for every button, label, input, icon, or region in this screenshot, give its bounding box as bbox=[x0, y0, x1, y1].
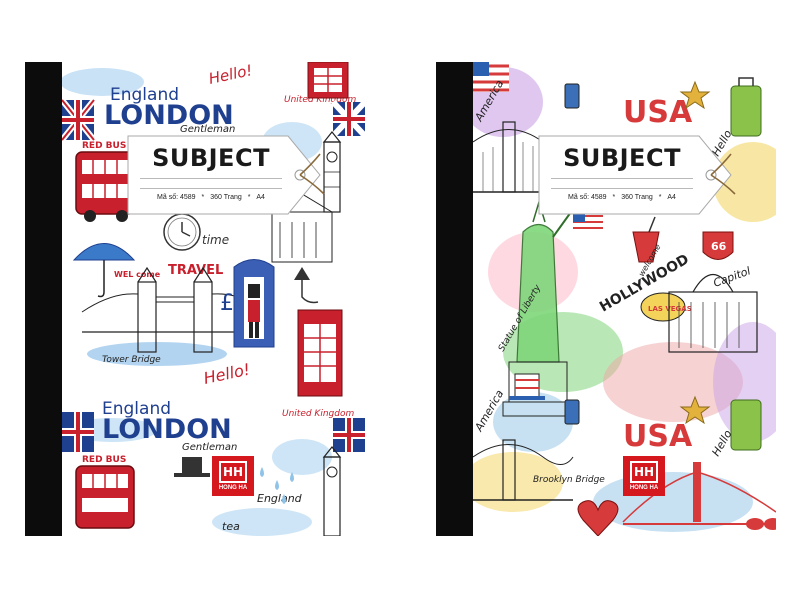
phone-booth-icon bbox=[297, 309, 343, 397]
notebook-usa: America USA Hello Statue of Liberty HOLL… bbox=[436, 62, 776, 536]
brand-logo: HH HONG HA bbox=[623, 456, 665, 496]
pound-icon: £ bbox=[220, 291, 234, 316]
luggage-icon bbox=[730, 77, 762, 137]
label-line bbox=[551, 178, 693, 179]
doodle-red-bus: RED BUS bbox=[82, 141, 126, 151]
label-separator: * bbox=[612, 194, 616, 201]
label-info: Mã số: 4589 * 360 Trang * A4 bbox=[124, 194, 298, 201]
label-code: Mã số: 4589 bbox=[157, 194, 196, 201]
brand-mark: HH bbox=[630, 461, 658, 483]
doodle-las-vegas: LAS VEGAS bbox=[648, 305, 692, 313]
doodle-gentleman: Gentleman bbox=[182, 442, 237, 453]
doodle-usa: USA bbox=[623, 419, 693, 454]
label-line bbox=[140, 178, 282, 179]
doodle-capitol: Capitol bbox=[712, 264, 753, 289]
notebook-spine bbox=[25, 62, 62, 536]
smartphone-icon bbox=[564, 399, 580, 425]
brand-mark: HH bbox=[219, 461, 247, 483]
subject-label: SUBJECT Mã số: 4589 * 360 Trang * A4 bbox=[535, 134, 741, 216]
union-jack-icon bbox=[333, 418, 365, 452]
label-size: A4 bbox=[667, 194, 676, 201]
doodle-london: LONDON bbox=[102, 414, 232, 445]
red-bus-icon bbox=[75, 465, 135, 529]
doodle-brooklyn-bridge: Brooklyn Bridge bbox=[533, 475, 605, 485]
smartphone-icon bbox=[564, 83, 580, 109]
subject-label: SUBJECT Mã số: 4589 * 360 Trang * A4 bbox=[124, 134, 330, 216]
doodle-england: England bbox=[257, 492, 303, 505]
notebook-london: England LONDON Hello! Gentleman United K… bbox=[25, 62, 365, 536]
label-separator: * bbox=[247, 194, 251, 201]
subject-title: SUBJECT bbox=[563, 144, 681, 172]
label-code: Mã số: 4589 bbox=[568, 194, 607, 201]
union-jack-icon bbox=[330, 99, 365, 139]
label-separator: * bbox=[658, 194, 662, 201]
brand-name: HONG HA bbox=[218, 485, 248, 491]
phone-booth-icon bbox=[307, 62, 349, 99]
label-line bbox=[551, 188, 693, 189]
label-pages: 360 Trang bbox=[210, 194, 242, 201]
subject-title: SUBJECT bbox=[152, 144, 270, 172]
doodle-red-bus: RED BUS bbox=[82, 455, 126, 465]
sunglasses-icon bbox=[746, 518, 776, 530]
royal-guard-icon bbox=[233, 259, 275, 348]
doodle-usa: USA bbox=[623, 95, 693, 130]
brand-name: HONG HA bbox=[629, 485, 659, 491]
pocket-watch-icon bbox=[163, 213, 201, 251]
doodle-route: 66 bbox=[711, 240, 727, 253]
label-pages: 360 Trang bbox=[621, 194, 653, 201]
doodle-travel: TRAVEL bbox=[168, 263, 223, 278]
luggage-icon bbox=[730, 399, 762, 451]
doodle-time: time bbox=[202, 233, 229, 247]
label-separator: * bbox=[201, 194, 205, 201]
notebook-spine bbox=[436, 62, 473, 536]
doodle-united-kingdom: United Kingdom bbox=[282, 409, 354, 419]
doodle-hello: Hello! bbox=[207, 62, 254, 88]
cover-london: England LONDON Hello! Gentleman United K… bbox=[62, 62, 365, 536]
union-jack-icon bbox=[62, 412, 94, 452]
cover-usa: America USA Hello Statue of Liberty HOLL… bbox=[473, 62, 776, 536]
doodle-tea: tea bbox=[222, 520, 240, 533]
product-stage: England LONDON Hello! Gentleman United K… bbox=[0, 0, 800, 600]
doodle-hello: Hello! bbox=[202, 360, 252, 388]
label-size: A4 bbox=[256, 194, 265, 201]
union-jack-icon bbox=[62, 98, 97, 142]
top-hat-icon bbox=[174, 457, 210, 477]
label-line bbox=[140, 188, 282, 189]
label-info: Mã số: 4589 * 360 Trang * A4 bbox=[535, 194, 709, 201]
brand-logo: HH HONG HA bbox=[212, 456, 254, 496]
street-lamp-icon bbox=[294, 267, 319, 304]
doodle-tower-bridge: Tower Bridge bbox=[102, 355, 161, 365]
